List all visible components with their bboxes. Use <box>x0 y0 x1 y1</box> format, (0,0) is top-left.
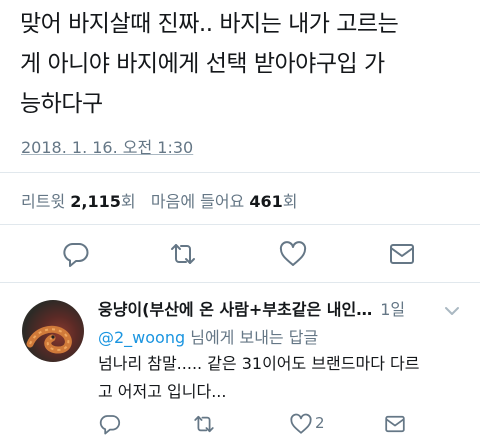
like-icon[interactable] <box>289 412 313 436</box>
avatar[interactable] <box>22 300 84 362</box>
replying-to: @2_woong 님에게 보내는 답글 <box>98 324 318 348</box>
likes-count[interactable]: 461 <box>249 192 282 211</box>
likes-unit: 회 <box>282 192 298 211</box>
message-icon[interactable] <box>383 412 407 436</box>
tweet-timestamp[interactable]: 2018. 1. 16. 오전 1:30 <box>21 134 193 158</box>
likes-label: 마음에 들어요 <box>150 192 245 211</box>
tweet-action-bar <box>0 239 480 275</box>
tweet-text-line: 맞어 바지살때 진짜.. 바지는 내가 고르는 <box>20 11 399 37</box>
chevron-down-icon[interactable] <box>444 302 460 315</box>
retweets-count[interactable]: 2,115 <box>70 192 121 211</box>
divider <box>0 172 480 173</box>
tweet-stats: 리트윗 2,115회 마음에 들어요 461회 <box>21 188 298 212</box>
message-icon[interactable] <box>387 239 417 269</box>
reply-tweet[interactable]: 웅냥이(부산에 온 사람+부초같은 내인… 1일 @2_woong 님에게 보내는… <box>0 288 480 448</box>
retweet-icon[interactable] <box>168 239 198 269</box>
like-icon[interactable] <box>278 239 308 269</box>
tweet-text-line: 능하다구 <box>20 91 103 117</box>
like-count: 2 <box>315 414 325 432</box>
retweets-label: 리트윗 <box>21 192 66 211</box>
snake-icon <box>26 325 72 354</box>
tweet-text-line: 게 아니야 바지에게 선택 받아야구입 가 <box>20 51 385 77</box>
replying-suffix: 님에게 보내는 답글 <box>190 328 319 347</box>
replying-handle[interactable]: @2_woong <box>98 328 185 347</box>
divider <box>0 224 480 225</box>
tweet-text: 맞어 바지살때 진짜.. 바지는 내가 고르는 게 아니야 바지에게 선택 받아… <box>20 4 470 124</box>
divider <box>0 282 480 283</box>
reply-author-name[interactable]: 웅냥이(부산에 온 사람+부초같은 내인… <box>98 300 372 319</box>
retweets-unit: 회 <box>120 192 136 211</box>
reply-icon[interactable] <box>98 412 122 436</box>
reply-action-bar: 2 <box>0 412 480 442</box>
reply-header: 웅냥이(부산에 온 사람+부초같은 내인… 1일 <box>98 296 405 320</box>
reply-text-line: 고 어저고 입니다... <box>98 382 227 401</box>
reply-text-line: 넘나리 참말..... 같은 31이어도 브랜드마다 다르 <box>98 354 420 373</box>
reply-time[interactable]: 1일 <box>380 300 405 319</box>
reply-text: 넘나리 참말..... 같은 31이어도 브랜드마다 다르 고 어저고 입니다.… <box>98 350 468 406</box>
retweet-icon[interactable] <box>192 412 216 436</box>
reply-icon[interactable] <box>61 239 91 269</box>
